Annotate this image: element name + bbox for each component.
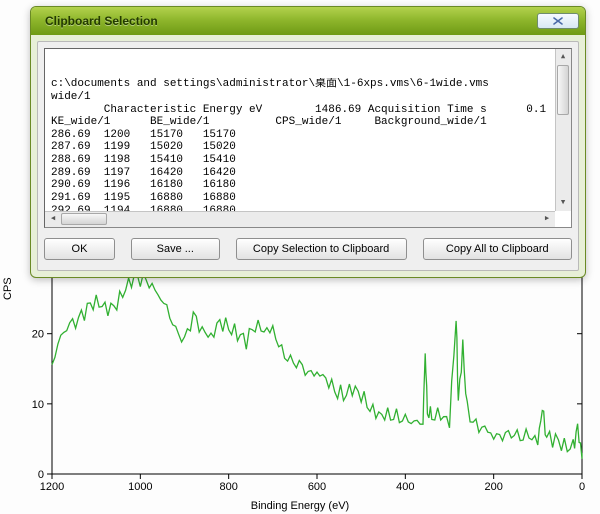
clipboard-text-area[interactable]: c:\documents and settings\administrator\… [44, 48, 572, 228]
dialog-button-row: OK Save ... Copy Selection to Clipboard … [44, 238, 572, 264]
svg-text:200: 200 [484, 481, 502, 493]
close-button[interactable] [537, 13, 579, 29]
clipboard-selection-dialog: Clipboard Selection c:\documents and set… [30, 6, 586, 278]
vertical-scrollbar-track[interactable] [556, 65, 571, 195]
dialog-titlebar[interactable]: Clipboard Selection [31, 7, 585, 35]
svg-text:0: 0 [579, 481, 585, 493]
svg-text:600: 600 [308, 481, 326, 493]
x-axis-label: Binding Energy (eV) [0, 500, 600, 512]
dialog-title: Clipboard Selection [45, 14, 537, 28]
svg-text:1200: 1200 [40, 481, 64, 493]
svg-text:1000: 1000 [128, 481, 152, 493]
horizontal-scrollbar-thumb[interactable] [61, 213, 107, 225]
horizontal-scrollbar[interactable]: ◂ ▸ [45, 211, 555, 227]
horizontal-scrollbar-track[interactable] [61, 212, 539, 227]
svg-text:0: 0 [38, 469, 44, 481]
ok-button[interactable]: OK [44, 238, 115, 260]
vertical-scrollbar-thumb[interactable] [557, 65, 569, 115]
clipboard-text-content: c:\documents and settings\administrator\… [51, 78, 555, 228]
svg-text:800: 800 [219, 481, 237, 493]
svg-text:20: 20 [32, 329, 44, 341]
dialog-body: c:\documents and settings\administrator\… [37, 41, 579, 271]
scroll-right-arrow-icon[interactable]: ▸ [539, 213, 555, 227]
save-button[interactable]: Save ... [131, 238, 220, 260]
copy-selection-button[interactable]: Copy Selection to Clipboard [236, 238, 407, 260]
y-axis-label: CPS [2, 277, 14, 300]
copy-all-button[interactable]: Copy All to Clipboard [423, 238, 572, 260]
svg-text:400: 400 [396, 481, 414, 493]
scroll-left-arrow-icon[interactable]: ◂ [45, 213, 61, 227]
scroll-up-arrow-icon[interactable]: ▴ [556, 49, 570, 65]
scroll-down-arrow-icon[interactable]: ▾ [556, 195, 570, 211]
vertical-scrollbar[interactable]: ▴ ▾ [555, 49, 571, 211]
svg-text:10: 10 [32, 399, 44, 411]
close-icon [551, 16, 565, 26]
